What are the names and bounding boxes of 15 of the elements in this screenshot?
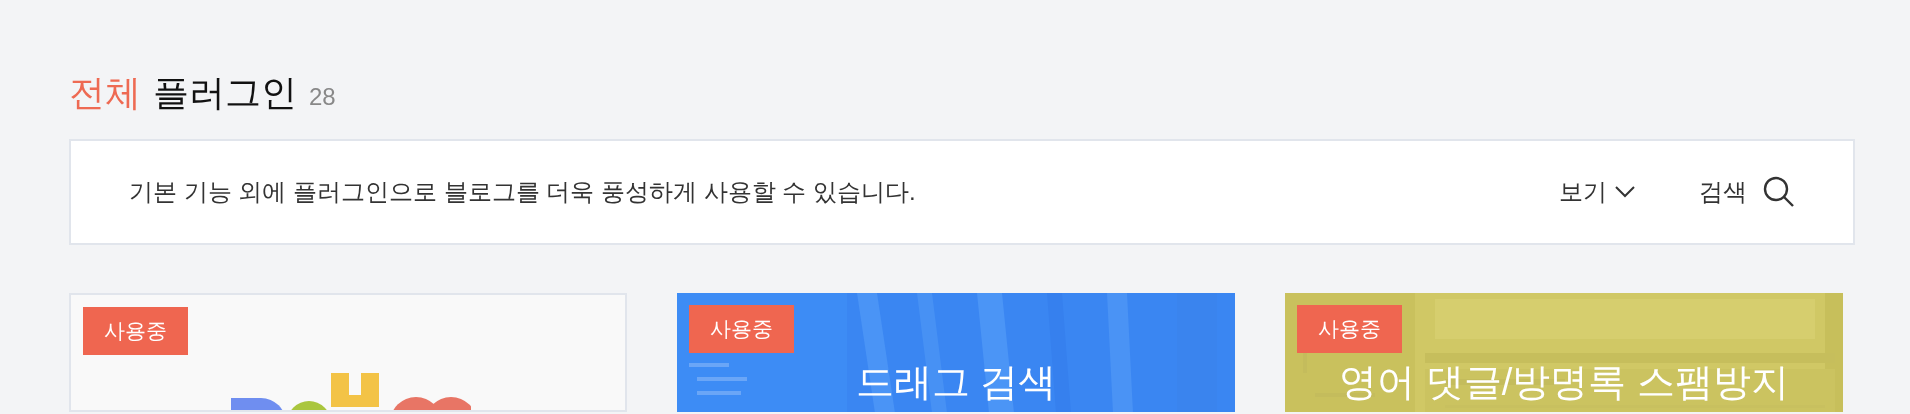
plugin-card[interactable]: 사용중 영어 댓글/방명록 스팸방지 <box>1285 293 1843 412</box>
in-use-badge: 사용중 <box>689 305 794 353</box>
view-dropdown[interactable]: 보기 <box>1559 174 1635 210</box>
description: 기본 기능 외에 플러그인으로 블로그를 더욱 풍성하게 사용할 수 있습니다. <box>129 177 917 207</box>
heading-accent: 전체 <box>69 71 141 115</box>
plugin-title: 영어 댓글/방명록 스팸방지 <box>1339 360 1789 405</box>
plugin-card[interactable]: 사용중 <box>69 293 627 412</box>
search-icon <box>1763 176 1795 208</box>
search-button[interactable]: 검색 <box>1699 174 1795 210</box>
in-use-badge: 사용중 <box>83 307 188 355</box>
page-title: 플러그인 <box>153 71 297 115</box>
in-use-badge: 사용중 <box>1297 305 1402 353</box>
chevron-down-icon <box>1615 186 1635 198</box>
plugin-count: 28 <box>309 82 336 112</box>
plugin-title: 드래그 검색 <box>855 360 1057 405</box>
